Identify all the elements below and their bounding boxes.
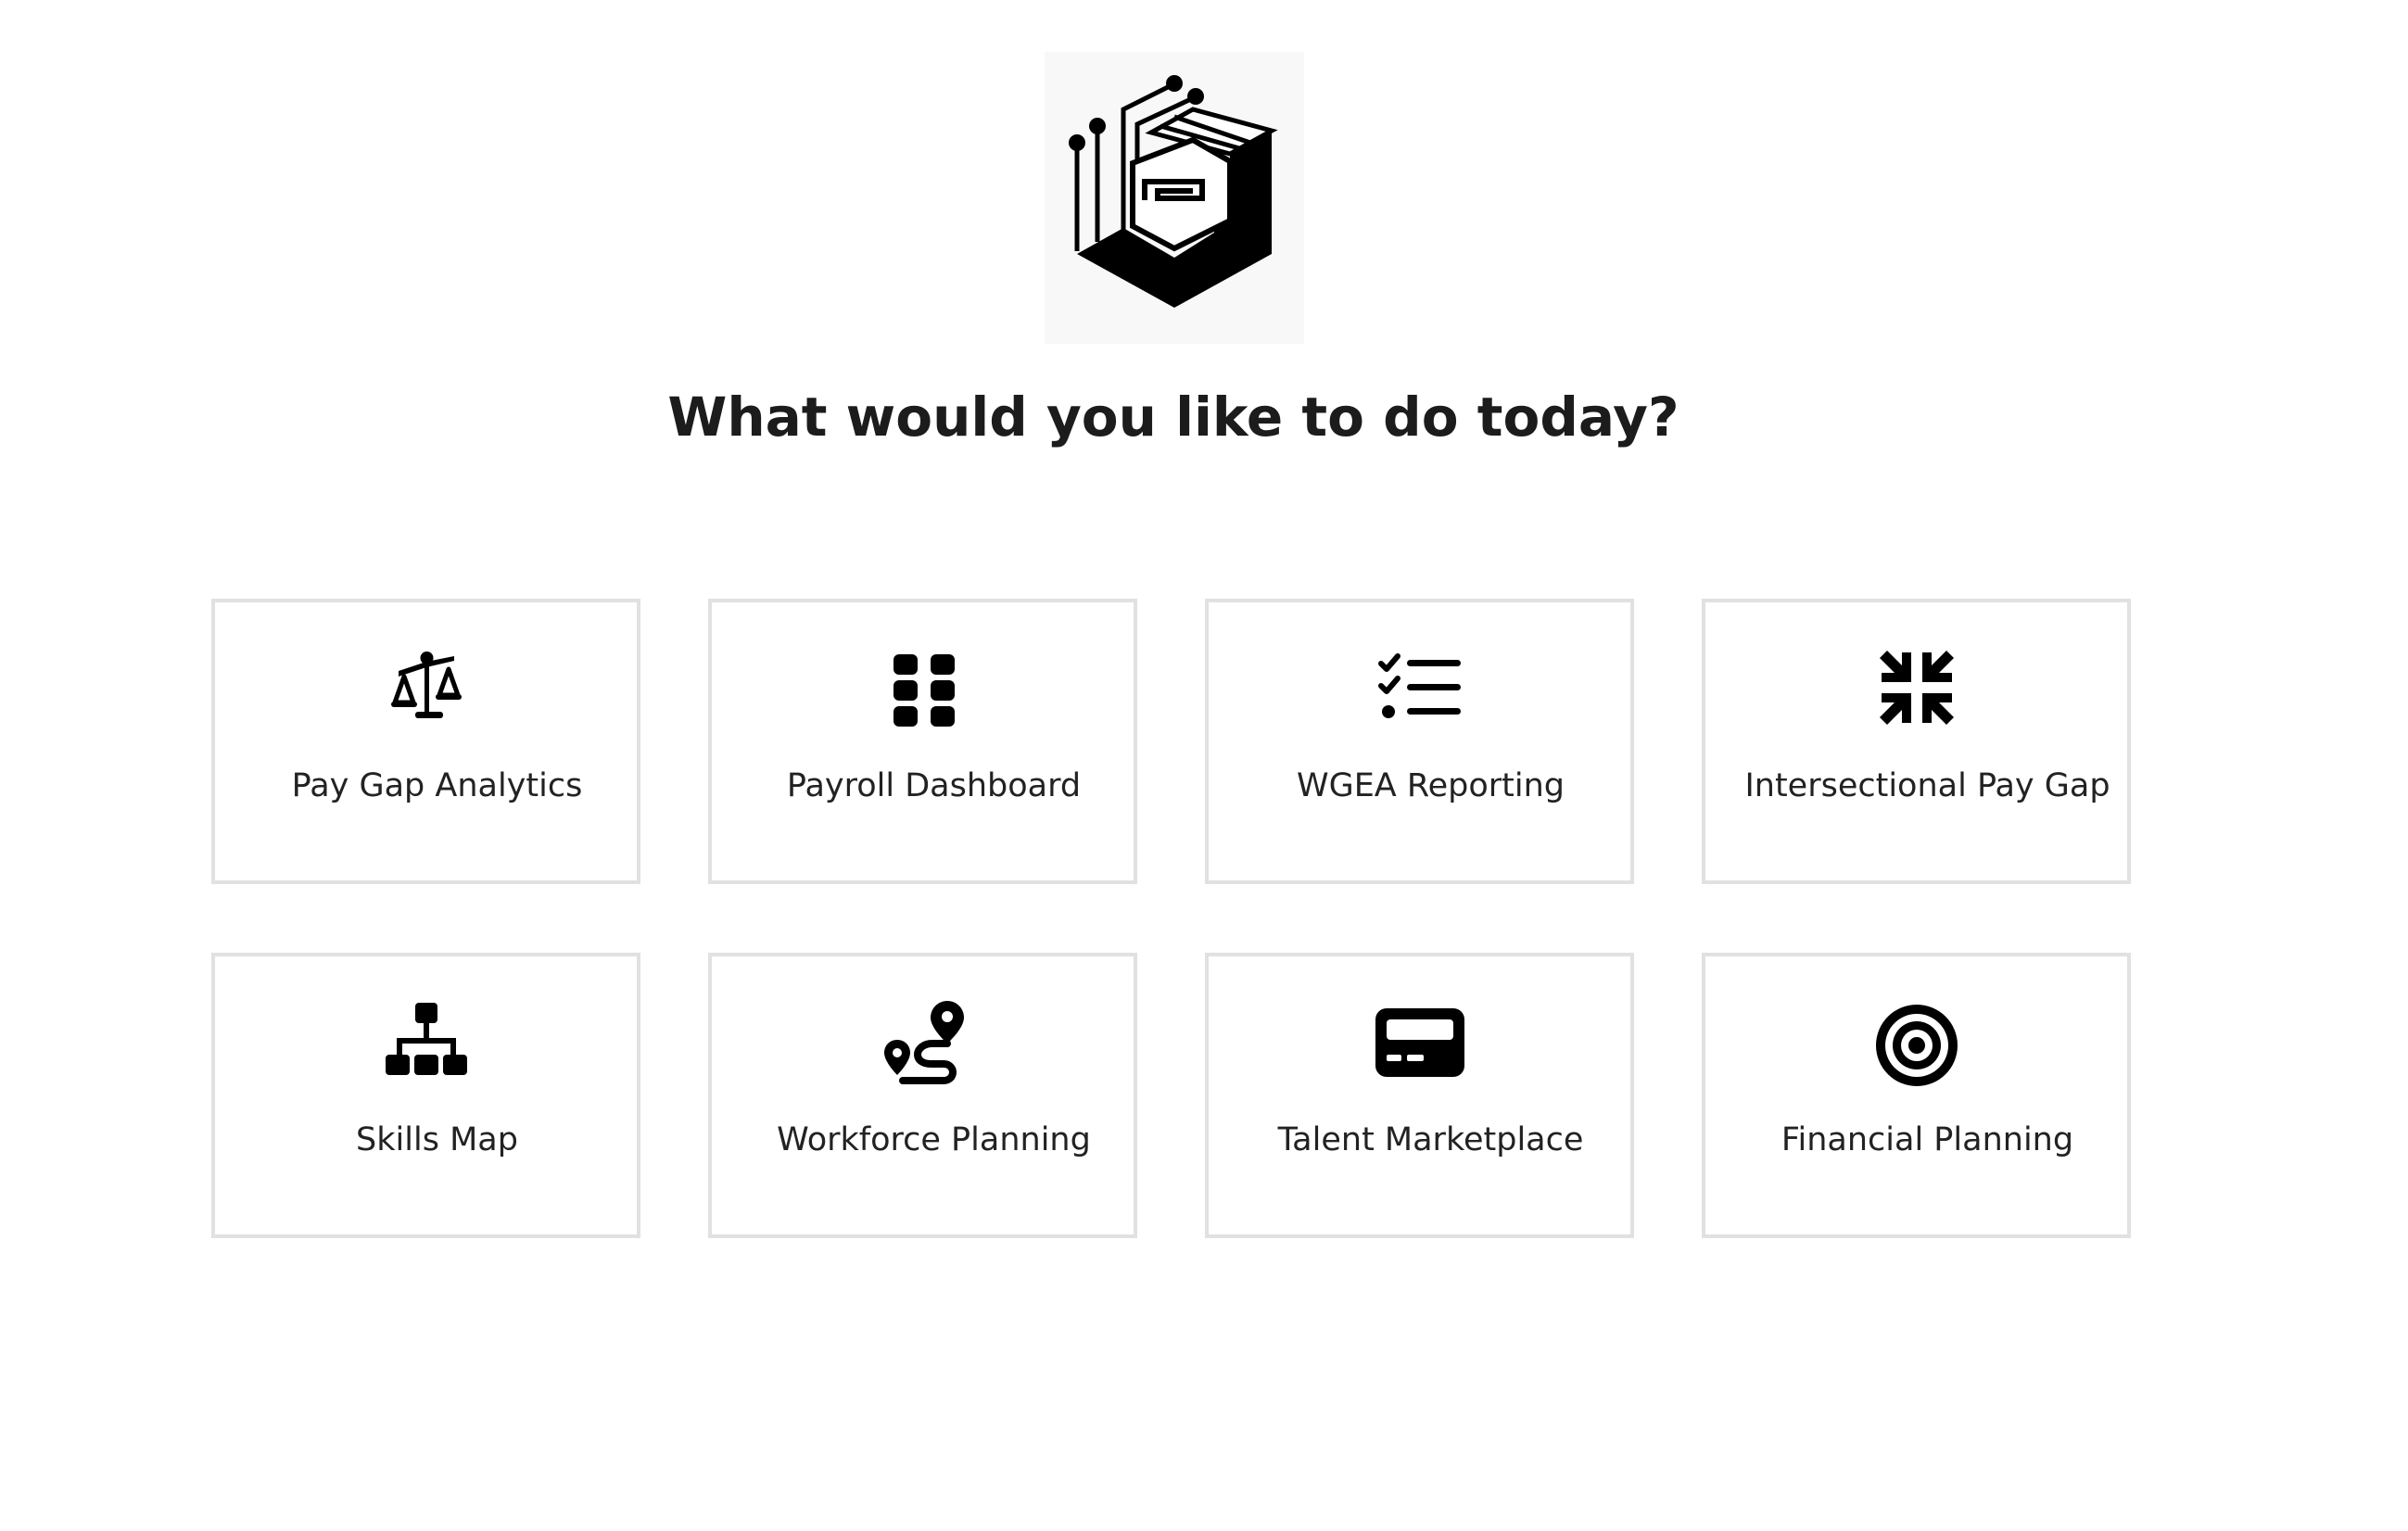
org-chart-icon [382, 997, 471, 1086]
card-label: Skills Map [356, 1121, 518, 1158]
card-label: WGEA Reporting [1296, 767, 1565, 804]
compress-arrows-icon [1872, 643, 1961, 732]
card-intersectional-pay-gap[interactable]: Intersectional Pay Gap [1702, 599, 2131, 884]
card-workforce-planning[interactable]: Workforce Planning [708, 953, 1137, 1238]
card-skills-map[interactable]: Skills Map [211, 953, 640, 1238]
target-icon [1872, 997, 1961, 1086]
card-label: Financial Planning [1781, 1121, 2074, 1158]
app-logo [1045, 52, 1304, 344]
route-pin-icon [879, 997, 968, 1086]
card-label: Talent Marketplace [1277, 1121, 1584, 1158]
app-grid: Pay Gap Analytics Payroll Dashboard WGEA… [211, 599, 2131, 1238]
page-title: What would you like to do today? [667, 386, 1679, 449]
card-wgea-reporting[interactable]: WGEA Reporting [1205, 599, 1634, 884]
card-payroll-dashboard[interactable]: Payroll Dashboard [708, 599, 1137, 884]
card-label: Payroll Dashboard [786, 767, 1082, 804]
card-label: Workforce Planning [777, 1121, 1091, 1158]
checklist-icon [1375, 643, 1464, 732]
card-label: Pay Gap Analytics [291, 767, 583, 804]
card-pay-gap-analytics[interactable]: Pay Gap Analytics [211, 599, 640, 884]
card-financial-planning[interactable]: Financial Planning [1702, 953, 2131, 1238]
card-label: Intersectional Pay Gap [1744, 767, 2110, 804]
grid-dots-icon [879, 643, 968, 732]
card-talent-marketplace[interactable]: Talent Marketplace [1205, 953, 1634, 1238]
scale-balance-icon [382, 643, 471, 732]
card-icon [1375, 997, 1464, 1086]
